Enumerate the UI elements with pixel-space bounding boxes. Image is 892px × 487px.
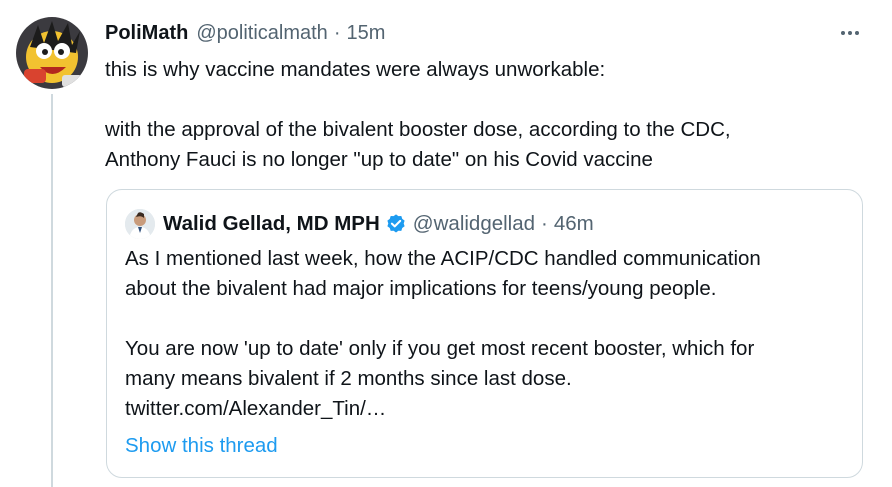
- tweet-header: PoliMath @politicalmath · 15m: [105, 20, 385, 46]
- author-handle[interactable]: @politicalmath: [196, 22, 327, 45]
- quoted-author-avatar: [125, 209, 155, 239]
- author-avatar[interactable]: [16, 17, 88, 89]
- quoted-tweet-timestamp: 46m: [553, 212, 594, 235]
- tweet-line: with the approval of the bivalent booste…: [105, 118, 731, 141]
- quoted-link[interactable]: twitter.com/Alexander_Tin/…: [125, 394, 845, 424]
- paragraph-break: [105, 85, 865, 115]
- quoted-line: As I mentioned last week, how the ACIP/C…: [125, 247, 761, 270]
- quoted-line: about the bivalent had major implication…: [125, 277, 717, 300]
- quoted-line: You are now 'up to date' only if you get…: [125, 337, 755, 360]
- quoted-line: many means bivalent if 2 months since la…: [125, 367, 572, 390]
- quoted-tweet-header: Walid Gellad, MD MPH @walidgellad · 46m: [125, 209, 594, 239]
- show-thread-link[interactable]: Show this thread: [125, 431, 278, 461]
- more-horizontal-icon: [841, 31, 845, 35]
- verified-badge-icon: [387, 214, 405, 233]
- tweet-timestamp[interactable]: 15m: [346, 22, 385, 45]
- tweet-line: Anthony Fauci is no longer "up to date" …: [105, 148, 653, 171]
- quoted-author-handle: @walidgellad: [412, 212, 536, 235]
- header-separator: ·: [333, 21, 341, 44]
- quoted-author-name: Walid Gellad, MD MPH: [163, 212, 380, 235]
- author-name[interactable]: PoliMath: [105, 22, 188, 45]
- quoted-header-separator: ·: [541, 212, 548, 235]
- more-dot: [848, 31, 852, 35]
- tweet-line: this is why vaccine mandates were always…: [105, 58, 606, 81]
- quoted-tweet-text: As I mentioned last week, how the ACIP/C…: [125, 244, 845, 424]
- more-dot: [855, 31, 859, 35]
- tweet-text: this is why vaccine mandates were always…: [105, 55, 865, 175]
- paragraph-break: [125, 304, 845, 334]
- more-options-button[interactable]: [837, 22, 863, 44]
- quoted-tweet-card[interactable]: Walid Gellad, MD MPH @walidgellad · 46m …: [106, 189, 863, 478]
- thread-connector-line: [51, 94, 53, 487]
